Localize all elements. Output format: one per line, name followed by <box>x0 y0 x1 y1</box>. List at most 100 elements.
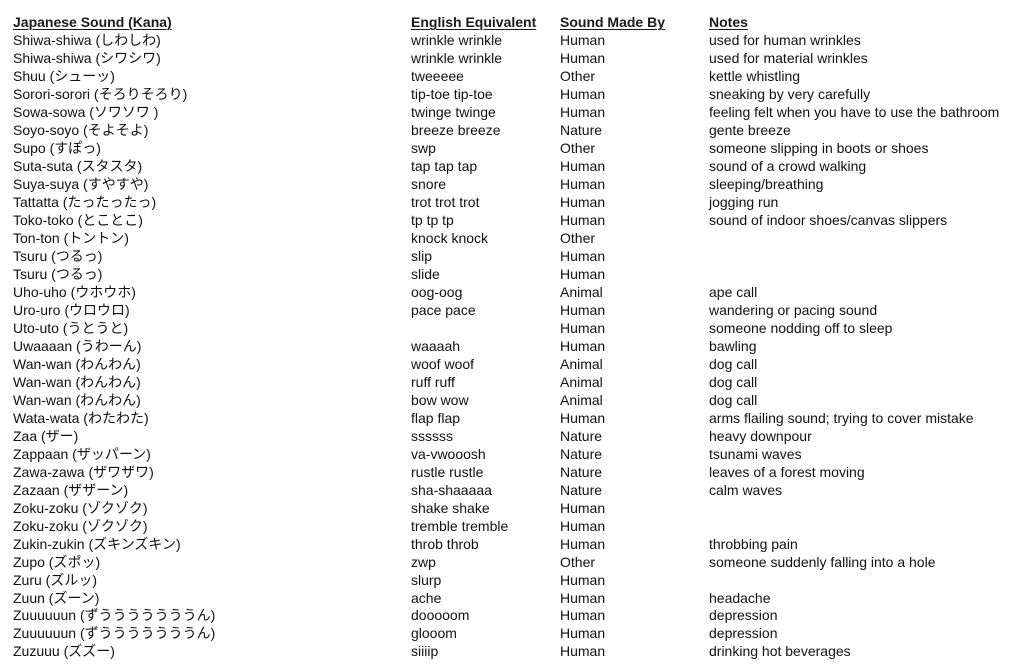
cell-english-equivalent: tp tp tp <box>411 212 454 229</box>
cell-sound-made-by: Other <box>560 68 596 85</box>
table-row: Wata-wata (わたわた) flap flap Human arms flail… <box>13 410 1024 428</box>
cell-notes: someone suddenly falling into a hole <box>709 553 936 570</box>
table-row: Zuzuuu (ズズー) siiiip Human drinking hot beve… <box>13 643 1024 661</box>
cell-english-equivalent: woof woof <box>411 355 475 372</box>
cell-sound-made-by: Human <box>560 625 606 642</box>
cell-japanese-sound: Shiwa-shiwa (しわしわ) <box>13 32 161 49</box>
table-row: Tsuru (つるっ) slide Human <box>13 266 1024 284</box>
onomatopoeia-table: Japanese Sound (Kana) English Equivalent… <box>13 14 1024 661</box>
cell-notes: arms flailing sound; trying to cover mis… <box>709 409 974 426</box>
cell-english-equivalent: knock knock <box>411 230 489 247</box>
cell-notes: calm waves <box>709 481 783 498</box>
cell-english-equivalent: zwp <box>411 553 436 570</box>
cell-english-equivalent: ruff ruff <box>411 373 455 390</box>
cell-japanese-sound: Tsuru (つるっ) <box>13 248 103 265</box>
cell-japanese-sound: Zuru (ズルッ) <box>13 571 97 588</box>
cell-english-equivalent: va-vwooosh <box>411 445 486 462</box>
cell-english-equivalent: rustle rustle <box>411 463 484 480</box>
cell-english-equivalent: dooooom <box>411 607 470 624</box>
table-header-row: Japanese Sound (Kana) English Equivalent… <box>13 14 1024 32</box>
cell-japanese-sound: Zazaan (ザザーン) <box>13 481 129 498</box>
table-row: Toko-toko (とことこ) tp tp tp Human sound of in… <box>13 212 1024 230</box>
cell-notes: jogging run <box>709 194 779 211</box>
table-row: Sorori-sorori (そろりそろり) tip-toe tip-toe Hum… <box>13 86 1024 104</box>
cell-sound-made-by: Human <box>560 32 606 49</box>
table-row: Shiwa-shiwa (しわしわ) wrinkle wrinkle Human us… <box>13 32 1024 50</box>
cell-japanese-sound: Uto-uto (うとうと) <box>13 319 129 336</box>
header-notes: Notes <box>709 14 748 30</box>
cell-sound-made-by: Human <box>560 535 606 552</box>
table-row: Zupo (ズポッ) zwp Other someone suddenly falli… <box>13 554 1024 572</box>
table-row: Zawa-zawa (ザワザワ) rustle rustle Nature leave… <box>13 464 1024 482</box>
cell-english-equivalent: wrinkle wrinkle <box>411 32 503 49</box>
cell-japanese-sound: Uro-uro (ウロウロ) <box>13 302 130 318</box>
table-row: Zoku-zoku (ゾクゾク) tremble tremble Human <box>13 518 1024 536</box>
cell-japanese-sound: Sowa-sowa (ソワソワ ) <box>13 104 159 121</box>
table-row: Zukin-zukin (ズキンズキン) throb throb Human thro… <box>13 536 1024 554</box>
cell-japanese-sound: Zoku-zoku (ゾクゾク) <box>13 517 148 534</box>
cell-notes: bawling <box>709 337 757 354</box>
cell-sound-made-by: Human <box>560 302 606 318</box>
cell-english-equivalent: swp <box>411 140 436 157</box>
cell-notes: used for human wrinkles <box>709 32 861 49</box>
cell-japanese-sound: Tsuru (つるっ) <box>13 266 103 283</box>
cell-english-equivalent: slurp <box>411 571 442 588</box>
cell-japanese-sound: Wata-wata (わたわた) <box>13 409 149 426</box>
cell-japanese-sound: Zoku-zoku (ゾクゾク) <box>13 499 148 516</box>
cell-english-equivalent: waaaah <box>411 337 461 354</box>
table-row: Sowa-sowa (ソワソワ ) twinge twinge Human feeli… <box>13 104 1024 122</box>
cell-japanese-sound: Ton-ton (トントン) <box>13 230 129 247</box>
cell-japanese-sound: Wan-wan (わんわん) <box>13 355 141 372</box>
table-row: Uto-uto (うとうと) Human someone nodding off t… <box>13 320 1024 338</box>
cell-japanese-sound: Wan-wan (わんわん) <box>13 391 141 408</box>
cell-japanese-sound: Shuu (シューッ) <box>13 68 115 85</box>
cell-japanese-sound: Suta-suta (スタスタ) <box>13 158 143 175</box>
cell-notes: throbbing pain <box>709 535 798 552</box>
cell-sound-made-by: Human <box>560 607 606 624</box>
cell-sound-made-by: Nature <box>560 463 603 480</box>
table-row: Ton-ton (トントン) knock knock Other <box>13 230 1024 248</box>
cell-sound-made-by: Human <box>560 212 606 229</box>
cell-japanese-sound: Uho-uho (ウホウホ) <box>13 284 136 301</box>
header-sound-made-by: Sound Made By <box>560 14 666 30</box>
cell-sound-made-by: Human <box>560 158 606 175</box>
cell-english-equivalent: slip <box>411 248 433 265</box>
cell-japanese-sound: Uwaaaan (うわーん) <box>13 337 142 354</box>
table-row: Uho-uho (ウホウホ) oog-oog Animal ape call <box>13 284 1024 302</box>
cell-english-equivalent: tremble tremble <box>411 517 509 534</box>
cell-notes: sleeping/breathing <box>709 176 824 193</box>
cell-english-equivalent: sha-shaaaaa <box>411 481 492 498</box>
cell-notes: drinking hot beverages <box>709 643 851 660</box>
table-row: Wan-wan (わんわん) bow wow Animal dog call <box>13 392 1024 410</box>
cell-english-equivalent: ache <box>411 589 442 606</box>
cell-sound-made-by: Human <box>560 571 606 588</box>
cell-notes: gente breeze <box>709 122 791 139</box>
cell-english-equivalent: trot trot trot <box>411 194 480 211</box>
cell-japanese-sound: Zaa (ザー) <box>13 427 79 444</box>
cell-japanese-sound: Suya-suya (すやすや) <box>13 176 149 193</box>
cell-sound-made-by: Human <box>560 104 606 121</box>
header-english-equivalent: English Equivalent <box>411 14 537 30</box>
table-row: Shuu (シューッ) tweeeee Other kettle whistling <box>13 68 1024 86</box>
cell-japanese-sound: Wan-wan (わんわん) <box>13 373 141 390</box>
cell-notes: tsunami waves <box>709 445 802 462</box>
cell-japanese-sound: Toko-toko (とことこ) <box>13 212 143 229</box>
cell-english-equivalent: tip-toe tip-toe <box>411 86 493 103</box>
cell-sound-made-by: Human <box>560 86 606 103</box>
table-body: Shiwa-shiwa (しわしわ) wrinkle wrinkle Human us… <box>13 32 1024 661</box>
cell-sound-made-by: Human <box>560 248 606 265</box>
cell-sound-made-by: Human <box>560 176 606 193</box>
table-row: Uwaaaan (うわーん) waaaah Human bawling <box>13 338 1024 356</box>
cell-english-equivalent: flap flap <box>411 409 461 426</box>
cell-japanese-sound: Shiwa-shiwa (シワシワ) <box>13 50 161 67</box>
table-row: Suya-suya (すやすや) snore Human sleeping/breat… <box>13 176 1024 194</box>
cell-english-equivalent: siiiip <box>411 643 439 660</box>
cell-japanese-sound: Supo (すぽっ) <box>13 140 101 157</box>
table-row: Suta-suta (スタスタ) tap tap tap Human sound of… <box>13 158 1024 176</box>
cell-sound-made-by: Human <box>560 409 606 426</box>
table-row: Zazaan (ザザーン) sha-shaaaaa Nature calm waves <box>13 482 1024 500</box>
cell-japanese-sound: Zuun (ズーン) <box>13 589 100 606</box>
cell-sound-made-by: Other <box>560 553 596 570</box>
cell-notes: dog call <box>709 391 758 408</box>
cell-japanese-sound: Zuzuuu (ズズー) <box>13 643 115 660</box>
